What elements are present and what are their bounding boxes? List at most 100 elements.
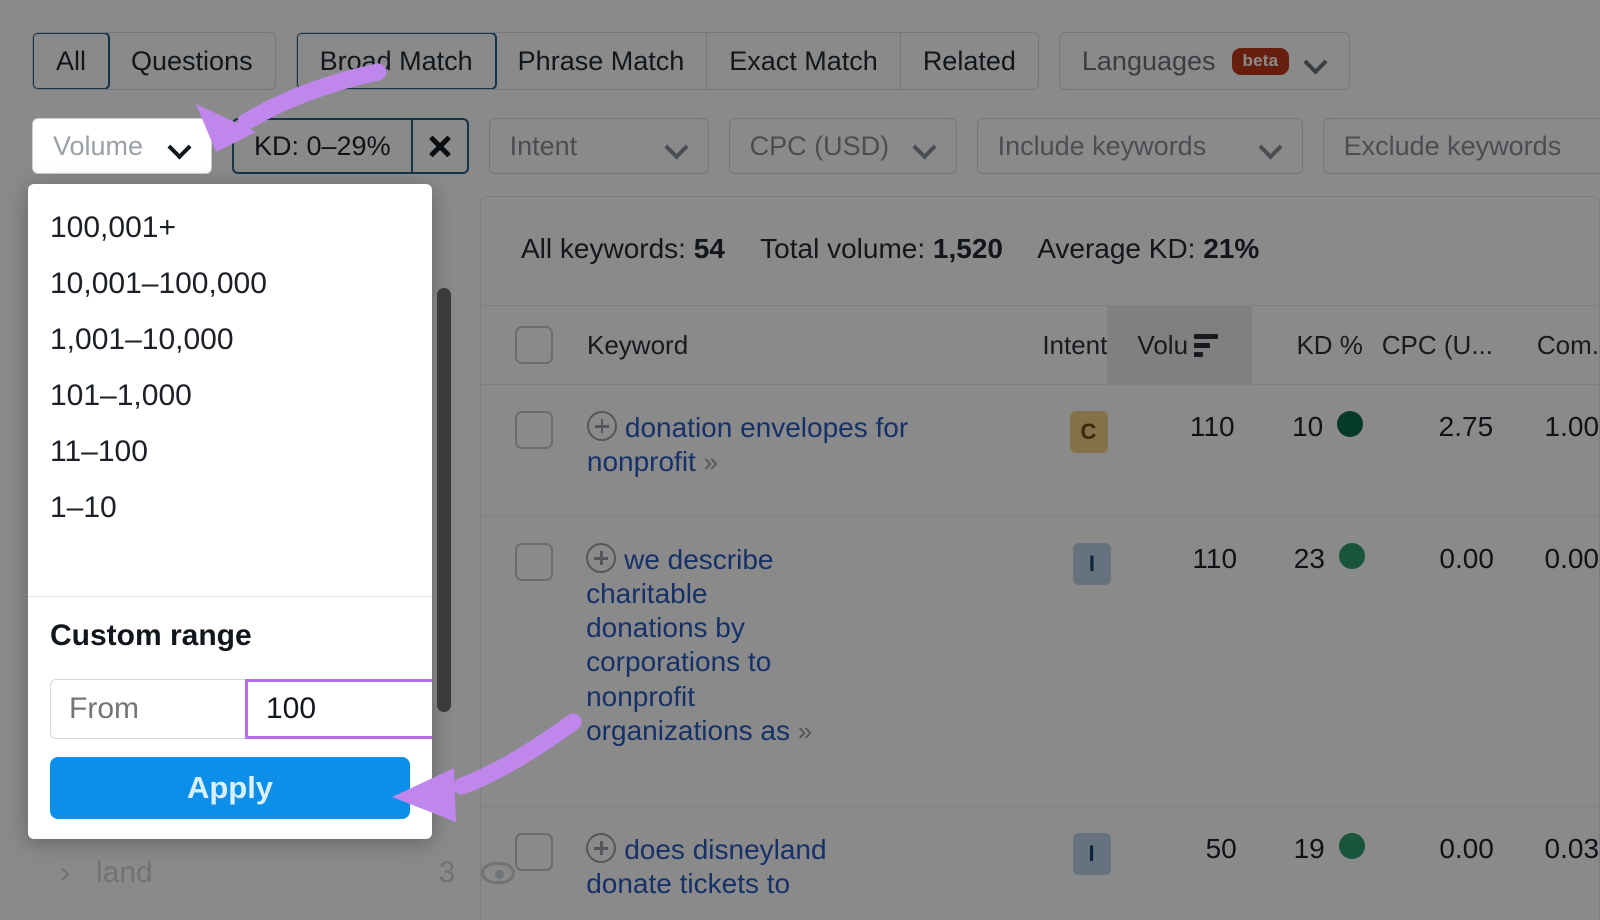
- intent-cell: I: [1015, 807, 1111, 875]
- kd-status-dot: [1339, 543, 1365, 569]
- kd-filter-chip[interactable]: KD: 0–29%: [232, 118, 469, 174]
- sort-descending-icon: [1194, 334, 1218, 357]
- column-header-volume[interactable]: Volu: [1107, 305, 1252, 385]
- select-all-header: [481, 305, 587, 385]
- table-row[interactable]: we describe charitable donations by corp…: [481, 517, 1599, 807]
- cpc-filter-label: CPC (USD): [750, 131, 890, 162]
- volume-cell: 110: [1108, 385, 1253, 443]
- custom-range-from-input[interactable]: [50, 679, 246, 739]
- kd-cell: 10: [1253, 385, 1364, 443]
- match-type-tabbar: All Questions Broad Match Phrase Match E…: [32, 32, 1350, 90]
- volume-filter-button[interactable]: Volume: [32, 118, 212, 174]
- column-header-intent[interactable]: Intent: [1011, 305, 1107, 385]
- chevron-down-icon: [914, 135, 936, 157]
- intent-cell: I: [1015, 517, 1111, 585]
- row-checkbox-cell: [481, 517, 586, 581]
- column-header-kd[interactable]: KD %: [1252, 305, 1363, 385]
- tab-related-label: Related: [923, 46, 1016, 77]
- match-type-tabgroup: All Questions: [32, 32, 276, 90]
- column-header-keyword[interactable]: Keyword: [587, 305, 1011, 385]
- match-type-tabgroup-2: Broad Match Phrase Match Exact Match Rel…: [296, 32, 1039, 90]
- row-select-checkbox[interactable]: [515, 411, 553, 449]
- volume-cell: 50: [1111, 807, 1255, 865]
- all-keywords-label: All keywords:: [521, 233, 686, 264]
- expand-keyword-icon[interactable]: »: [798, 716, 810, 746]
- chevron-right-icon: ›: [60, 856, 70, 890]
- beta-badge: beta: [1232, 48, 1290, 75]
- average-kd-label: Average KD:: [1037, 233, 1195, 264]
- tab-phrase-match-label: Phrase Match: [518, 46, 685, 77]
- table-row[interactable]: donation envelopes for nonprofit » C 110…: [481, 385, 1599, 517]
- cpc-cell: 0.00: [1365, 517, 1494, 575]
- add-keyword-icon[interactable]: [586, 833, 616, 863]
- tab-phrase-match[interactable]: Phrase Match: [496, 33, 708, 89]
- row-select-checkbox[interactable]: [515, 543, 553, 581]
- intent-badge: I: [1073, 543, 1111, 585]
- dropdown-scrollbar-thumb[interactable]: [437, 288, 451, 712]
- kd-status-dot: [1339, 833, 1365, 859]
- apply-button[interactable]: Apply: [50, 757, 410, 819]
- volume-option-101-1000[interactable]: 101–1,000: [28, 368, 432, 424]
- keyword-link[interactable]: we describe charitable donations by corp…: [586, 544, 790, 746]
- keyword-link[interactable]: does disneyland donate tickets to: [586, 834, 826, 899]
- volume-option-10001-100000[interactable]: 10,001–100,000: [28, 256, 432, 312]
- volume-option-1001-10000[interactable]: 1,001–10,000: [28, 312, 432, 368]
- results-card: All keywords: 54 Total volume: 1,520 Ave…: [480, 196, 1600, 920]
- tab-all[interactable]: All: [32, 32, 110, 90]
- custom-range-title: Custom range: [50, 619, 410, 653]
- column-header-com[interactable]: Com.: [1493, 305, 1599, 385]
- intent-filter-button[interactable]: Intent: [489, 118, 709, 174]
- intent-cell: C: [1011, 385, 1107, 453]
- tab-related[interactable]: Related: [901, 33, 1038, 89]
- languages-label: Languages: [1082, 46, 1216, 77]
- expand-keyword-icon[interactable]: »: [704, 447, 716, 477]
- chevron-down-icon: [1305, 50, 1327, 72]
- custom-range-inputs: [50, 679, 410, 739]
- cpc-cell: 0.00: [1365, 807, 1494, 865]
- kd-filter-remove-button[interactable]: [411, 120, 467, 172]
- languages-dropdown[interactable]: Languages beta: [1059, 32, 1350, 90]
- tab-broad-match[interactable]: Broad Match: [296, 32, 497, 90]
- custom-range-to-input[interactable]: [245, 679, 432, 739]
- tab-exact-match[interactable]: Exact Match: [707, 33, 901, 89]
- volume-option-11-100[interactable]: 11–100: [28, 424, 432, 480]
- sidebar-group-row[interactable]: › land 3: [60, 856, 515, 890]
- keyword-cell: does disneyland donate tickets to: [586, 807, 1015, 901]
- tab-questions[interactable]: Questions: [109, 33, 275, 89]
- add-keyword-icon[interactable]: [586, 543, 616, 573]
- com-cell: 0.00: [1494, 517, 1599, 575]
- exclude-keywords-filter-button[interactable]: Exclude keywords: [1323, 118, 1600, 174]
- column-header-cpc[interactable]: CPC (U...: [1363, 305, 1493, 385]
- total-volume-stat: Total volume: 1,520: [760, 233, 1003, 264]
- volume-option-list: 100,001+ 10,001–100,000 1,001–10,000 101…: [28, 184, 432, 590]
- com-cell: 1.00: [1493, 385, 1599, 443]
- total-volume-value: 1,520: [933, 233, 1003, 264]
- include-keywords-filter-button[interactable]: Include keywords: [977, 118, 1303, 174]
- kd-value: 10: [1292, 411, 1323, 443]
- volume-option-100001-plus[interactable]: 100,001+: [28, 200, 432, 256]
- average-kd-stat: Average KD: 21%: [1037, 233, 1259, 264]
- row-checkbox-cell: [481, 385, 587, 449]
- kd-value: 23: [1294, 543, 1325, 575]
- table-header-row: Keyword Intent Volu KD % CPC (U... Com.: [481, 305, 1599, 385]
- table-row[interactable]: does disneyland donate tickets to I 50 1…: [481, 807, 1599, 920]
- sidebar-group-label: land: [96, 856, 153, 890]
- eye-icon[interactable]: [481, 862, 515, 884]
- kd-cell: 23: [1255, 517, 1365, 575]
- intent-badge: I: [1073, 833, 1111, 875]
- keyword-link[interactable]: donation envelopes for nonprofit: [587, 412, 908, 477]
- include-keywords-label: Include keywords: [998, 131, 1207, 162]
- kd-filter-label: KD: 0–29%: [234, 120, 411, 172]
- cpc-filter-button[interactable]: CPC (USD): [729, 118, 957, 174]
- tab-exact-match-label: Exact Match: [729, 46, 878, 77]
- keyword-cell: we describe charitable donations by corp…: [586, 517, 1015, 748]
- total-volume-label: Total volume:: [760, 233, 925, 264]
- tab-all-label: All: [56, 46, 86, 77]
- volume-option-1-10[interactable]: 1–10: [28, 480, 432, 536]
- row-select-checkbox[interactable]: [515, 833, 553, 871]
- tab-questions-label: Questions: [131, 46, 253, 77]
- add-keyword-icon[interactable]: [587, 411, 617, 441]
- close-icon: [427, 133, 453, 159]
- select-all-checkbox[interactable]: [515, 326, 553, 364]
- chevron-down-icon: [666, 135, 688, 157]
